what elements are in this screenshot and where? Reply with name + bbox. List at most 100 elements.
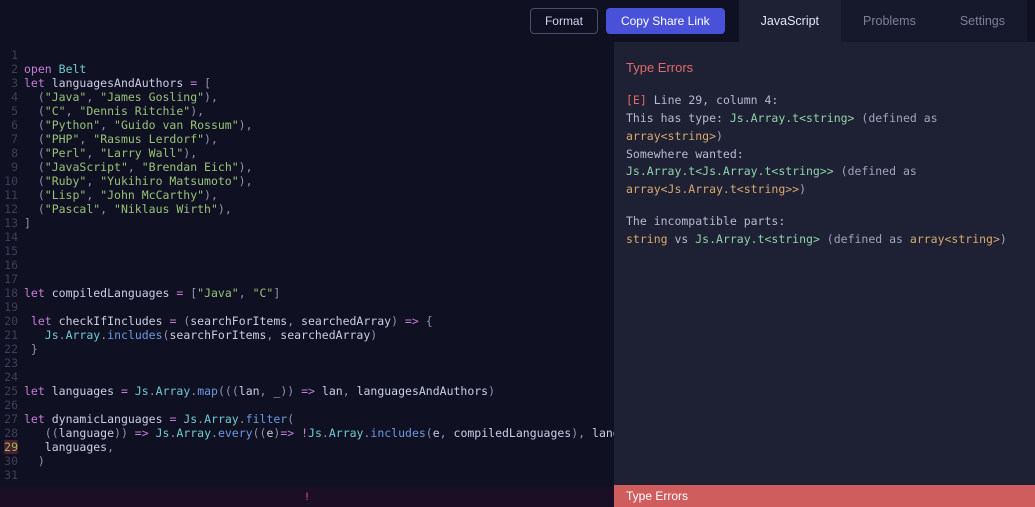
code-line[interactable] — [24, 48, 614, 62]
tab-javascript[interactable]: JavaScript — [739, 0, 841, 42]
output-tabs: JavaScriptProblemsSettings — [739, 0, 1027, 42]
error-text: The incompatible parts: — [626, 213, 1023, 231]
line-number: 17 — [0, 272, 18, 286]
toolbar: Format Copy Share Link JavaScriptProblem… — [0, 0, 1035, 42]
error-message: [E] Line 29, column 4: This has type: Js… — [626, 92, 1023, 249]
error-type: array<Js.Array.t<string>> — [626, 182, 799, 196]
error-text: ) — [1000, 232, 1007, 246]
line-number: 19 — [0, 300, 18, 314]
code-line[interactable]: ("Python", "Guido van Rossum"), — [24, 118, 614, 132]
code-line[interactable]: languages, — [24, 440, 614, 454]
error-text: (defined as — [834, 164, 917, 178]
error-type: Js.Array.t<string> — [730, 111, 855, 125]
tab-settings[interactable]: Settings — [938, 0, 1027, 42]
line-number: 12 — [0, 202, 18, 216]
errors-title: Type Errors — [626, 58, 1023, 78]
line-number: 8 — [0, 146, 18, 160]
warning-icon: ! — [305, 491, 308, 503]
code-line[interactable]: ] — [24, 216, 614, 230]
code-line[interactable]: ) — [24, 454, 614, 468]
error-text: (defined as — [854, 111, 937, 125]
code-line[interactable]: let languages = Js.Array.map(((lan, _)) … — [24, 384, 614, 398]
code-line[interactable]: ("Ruby", "Yukihiro Matsumoto"), — [24, 174, 614, 188]
error-type: Js.Array.t<string> — [695, 232, 820, 246]
line-number: 4 — [0, 90, 18, 104]
error-type: array<string> — [910, 232, 1000, 246]
line-number: 7 — [0, 132, 18, 146]
code-line[interactable]: ("JavaScript", "Brendan Eich"), — [24, 160, 614, 174]
line-number: 20 — [0, 314, 18, 328]
line-number: 23 — [0, 356, 18, 370]
code-line[interactable]: } — [24, 342, 614, 356]
line-number: 10 — [0, 174, 18, 188]
line-number: 27 — [0, 412, 18, 426]
code-line[interactable]: ("Lisp", "John McCarthy"), — [24, 188, 614, 202]
line-number: 15 — [0, 244, 18, 258]
error-text: ) — [716, 129, 723, 143]
code-line[interactable]: ("Java", "James Gosling"), — [24, 90, 614, 104]
line-number: 14 — [0, 230, 18, 244]
line-gutter: 1234567891011121314151617181920212223242… — [0, 48, 24, 487]
errors-footer[interactable]: Type Errors — [614, 485, 1035, 507]
line-number: 1 — [0, 48, 18, 62]
line-number: 26 — [0, 398, 18, 412]
error-text: Somewhere wanted: — [626, 146, 1023, 164]
tab-problems[interactable]: Problems — [841, 0, 938, 42]
line-number: 22 — [0, 342, 18, 356]
error-text: (defined as — [820, 232, 910, 246]
error-text: vs — [668, 232, 696, 246]
main-area: 1234567891011121314151617181920212223242… — [0, 42, 1035, 507]
line-number: 16 — [0, 258, 18, 272]
line-number: 11 — [0, 188, 18, 202]
code-line[interactable]: let compiledLanguages = ["Java", "C"] — [24, 286, 614, 300]
code-content[interactable]: open Beltlet languagesAndAuthors = [ ("J… — [24, 48, 614, 487]
error-type: string — [626, 232, 668, 246]
code-line[interactable] — [24, 300, 614, 314]
code-line[interactable] — [24, 398, 614, 412]
line-number: 30 — [0, 454, 18, 468]
code-line[interactable]: ((language)) => Js.Array.every((e)=> !Js… — [24, 426, 614, 440]
code-line[interactable] — [24, 230, 614, 244]
code-line[interactable] — [24, 272, 614, 286]
error-type: array<string> — [626, 129, 716, 143]
line-number: 6 — [0, 118, 18, 132]
error-text: This has type: — [626, 111, 730, 125]
error-type: Js.Array.t<Js.Array.t<string>> — [626, 164, 834, 178]
line-number: 28 — [0, 426, 18, 440]
code-line[interactable]: ("C", "Dennis Ritchie"), — [24, 104, 614, 118]
app-root: Format Copy Share Link JavaScriptProblem… — [0, 0, 1035, 507]
line-number: 9 — [0, 160, 18, 174]
editor-pane: 1234567891011121314151617181920212223242… — [0, 42, 614, 507]
error-loc-text: Line 29, column 4: — [654, 93, 779, 107]
error-tag: [E] — [626, 93, 647, 107]
code-line[interactable]: let languagesAndAuthors = [ — [24, 76, 614, 90]
error-text: ) — [799, 182, 806, 196]
line-number: 13 — [0, 216, 18, 230]
code-line[interactable]: ("Pascal", "Niklaus Wirth"), — [24, 202, 614, 216]
code-line[interactable] — [24, 356, 614, 370]
code-line[interactable]: let dynamicLanguages = Js.Array.filter( — [24, 412, 614, 426]
code-line[interactable] — [24, 468, 614, 482]
line-number: 29 — [0, 440, 18, 454]
output-pane: Type Errors [E] Line 29, column 4: This … — [614, 42, 1035, 507]
code-line[interactable] — [24, 244, 614, 258]
line-number: 21 — [0, 328, 18, 342]
code-line[interactable]: let checkIfIncludes = (searchForItems, s… — [24, 314, 614, 328]
line-number: 2 — [0, 62, 18, 76]
code-line[interactable] — [24, 370, 614, 384]
copy-share-link-button[interactable]: Copy Share Link — [606, 8, 725, 34]
line-number: 24 — [0, 370, 18, 384]
line-number: 31 — [0, 468, 18, 482]
code-line[interactable]: ("PHP", "Rasmus Lerdorf"), — [24, 132, 614, 146]
line-number: 25 — [0, 384, 18, 398]
editor-status-bar: ! — [0, 487, 614, 507]
code-line[interactable]: ("Perl", "Larry Wall"), — [24, 146, 614, 160]
errors-body: Type Errors [E] Line 29, column 4: This … — [614, 42, 1035, 485]
code-editor[interactable]: 1234567891011121314151617181920212223242… — [0, 42, 614, 487]
code-line[interactable]: Js.Array.includes(searchForItems, search… — [24, 328, 614, 342]
line-number: 5 — [0, 104, 18, 118]
code-line[interactable]: open Belt — [24, 62, 614, 76]
line-number: 3 — [0, 76, 18, 90]
code-line[interactable] — [24, 258, 614, 272]
format-button[interactable]: Format — [530, 8, 598, 34]
